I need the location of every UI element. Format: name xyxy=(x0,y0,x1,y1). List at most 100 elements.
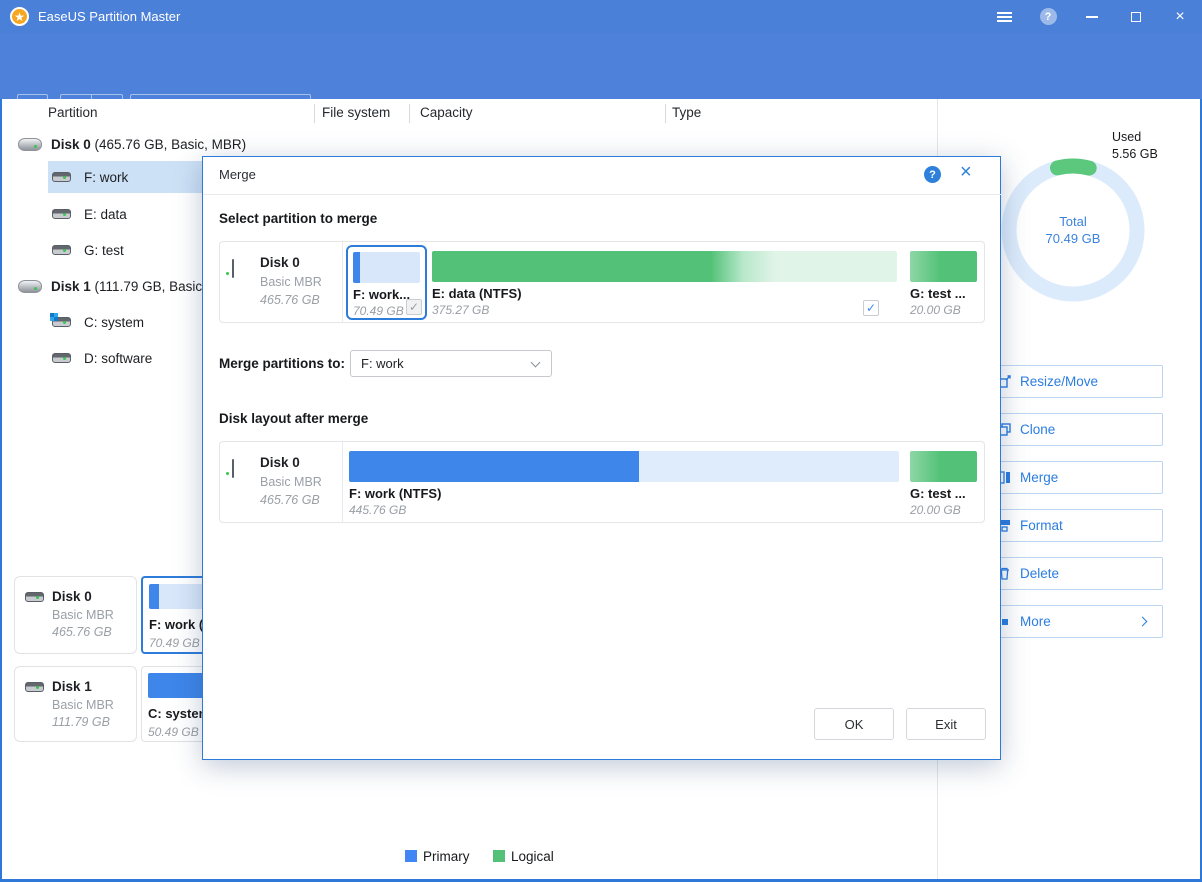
dialog-close-button[interactable]: × xyxy=(960,161,972,184)
donut-center-text: Total 70.49 GB xyxy=(1013,213,1133,247)
tree-item-c-system[interactable]: C: system xyxy=(52,306,144,338)
disk-type: Basic MBR xyxy=(52,608,114,622)
disk-size: 465.76 GB xyxy=(52,625,114,639)
partition-label: G: test ... xyxy=(910,286,966,301)
select-partition-heading: Select partition to merge xyxy=(219,211,377,226)
tree-disk-0[interactable]: Disk 0 (465.76 GB, Basic, MBR) xyxy=(18,131,246,157)
disk-size: 465.76 GB xyxy=(260,293,320,307)
partition-size: 445.76 GB xyxy=(349,503,406,517)
partition-checkbox-checked[interactable]: ✓ xyxy=(863,300,879,316)
column-header-type[interactable]: Type xyxy=(672,105,701,120)
merge-action-label: Merge xyxy=(1020,470,1058,485)
disk-icon xyxy=(25,682,44,692)
disk-size: 111.79 GB xyxy=(52,715,114,729)
merge-to-label: Merge partitions to: xyxy=(219,356,345,371)
tree-item-e-data[interactable]: E: data xyxy=(52,198,127,230)
partition-icon xyxy=(52,353,71,363)
partition-size: 375.27 GB xyxy=(432,303,489,317)
menu-button[interactable] xyxy=(982,0,1026,33)
disk-name: Disk 1 xyxy=(51,279,91,294)
column-header-capacity[interactable]: Capacity xyxy=(420,105,473,120)
disk-layout-box: Disk 0 Basic MBR 465.76 GB F: work (NTFS… xyxy=(219,441,985,523)
maximize-button[interactable] xyxy=(1114,0,1158,33)
legend-primary-label: Primary xyxy=(423,849,470,864)
partition-icon xyxy=(52,209,71,219)
help-icon: ? xyxy=(1040,8,1057,25)
help-button[interactable]: ? xyxy=(1026,0,1070,33)
disk-layout-heading: Disk layout after merge xyxy=(219,411,368,426)
merge-to-value: F: work xyxy=(361,356,404,371)
partition-bar xyxy=(353,252,420,283)
app-logo-icon: ★ xyxy=(10,7,29,26)
merge-action-button[interactable]: Merge xyxy=(988,461,1163,494)
maximize-icon xyxy=(1131,12,1141,22)
more-action-button[interactable]: More xyxy=(988,605,1163,638)
disk-icon xyxy=(232,459,234,478)
format-action-button[interactable]: Format xyxy=(988,509,1163,542)
close-icon: × xyxy=(1175,8,1184,26)
donut-total-value: 70.49 GB xyxy=(1013,230,1133,247)
dialog-divider xyxy=(203,194,1002,195)
merge-to-dropdown[interactable]: F: work xyxy=(350,350,552,377)
disk-icon xyxy=(18,280,42,293)
chevron-right-icon xyxy=(1138,617,1148,627)
donut-used-label: Used xyxy=(1112,130,1141,144)
partition-label: F: work... xyxy=(353,287,410,302)
delete-action-button[interactable]: Delete xyxy=(988,557,1163,590)
windows-badge-icon xyxy=(50,313,58,321)
close-button[interactable]: × xyxy=(1158,0,1202,33)
legend-logical-label: Logical xyxy=(511,849,554,864)
dialog-help-button[interactable]: ? xyxy=(924,166,941,183)
disk-type: Basic MBR xyxy=(260,275,322,289)
disk-name: Disk 1 xyxy=(52,679,114,694)
partition-label: E: data (NTFS) xyxy=(432,286,522,301)
exit-button[interactable]: Exit xyxy=(906,708,986,740)
disk-detail: (465.76 GB, Basic, MBR) xyxy=(95,137,247,152)
partition-bar xyxy=(349,451,899,482)
partition-label: C: system xyxy=(84,315,144,330)
partition-label: D: software xyxy=(84,351,152,366)
column-divider[interactable] xyxy=(665,104,666,123)
partition-checkbox-checked-disabled[interactable]: ✓ xyxy=(406,299,422,315)
partition-size: 70.49 GB xyxy=(353,304,404,318)
partition-size: 20.00 GB xyxy=(910,503,961,517)
clone-action-label: Clone xyxy=(1020,422,1055,437)
tree-item-g-test[interactable]: G: test xyxy=(52,234,124,266)
column-divider[interactable] xyxy=(314,104,315,123)
ok-button[interactable]: OK xyxy=(814,708,894,740)
disk-name: Disk 0 xyxy=(260,255,300,270)
column-header-filesystem[interactable]: File system xyxy=(322,105,390,120)
disk-name: Disk 0 xyxy=(260,455,300,470)
toolbar: No operations pending Migrate OS Clone P… xyxy=(0,33,1202,99)
partition-select-box: Disk 0 Basic MBR 465.76 GB F: work... 70… xyxy=(219,241,985,323)
bottom-disk-1-card[interactable]: Disk 1 Basic MBR 111.79 GB xyxy=(14,666,137,742)
resize-move-button[interactable]: Resize/Move xyxy=(988,365,1163,398)
partition-icon xyxy=(52,245,71,255)
app-title: EaseUS Partition Master xyxy=(38,9,180,24)
titlebar: ★ EaseUS Partition Master ? × xyxy=(0,0,1202,33)
donut-total-label: Total xyxy=(1013,213,1133,230)
more-action-label: More xyxy=(1020,614,1051,629)
disk-name: Disk 0 xyxy=(52,589,114,604)
column-header-partition[interactable]: Partition xyxy=(48,105,98,120)
clone-action-button[interactable]: Clone xyxy=(988,413,1163,446)
disk-icon xyxy=(232,259,234,278)
disk-name: Disk 0 xyxy=(51,137,91,152)
partition-label: E: data xyxy=(84,207,127,222)
tree-item-d-software[interactable]: D: software xyxy=(52,342,152,374)
partition-label: G: test xyxy=(84,243,124,258)
merge-dialog: Merge ? × Select partition to merge Disk… xyxy=(202,156,1001,760)
minimize-button[interactable] xyxy=(1070,0,1114,33)
bottom-disk-0-card[interactable]: Disk 0 Basic MBR 465.76 GB xyxy=(14,576,137,654)
partition-bar xyxy=(910,251,977,282)
window-controls: ? × xyxy=(982,0,1202,33)
column-divider[interactable] xyxy=(409,104,410,123)
minimize-icon xyxy=(1086,16,1098,18)
format-action-label: Format xyxy=(1020,518,1063,533)
partition-label: F: work xyxy=(84,170,128,185)
disk-icon xyxy=(25,592,44,602)
partition-bar xyxy=(910,451,977,482)
partition-cell-f-work[interactable]: F: work... 70.49 GB ✓ xyxy=(346,245,427,320)
partition-bar xyxy=(432,251,897,282)
disk-size: 465.76 GB xyxy=(260,493,320,507)
